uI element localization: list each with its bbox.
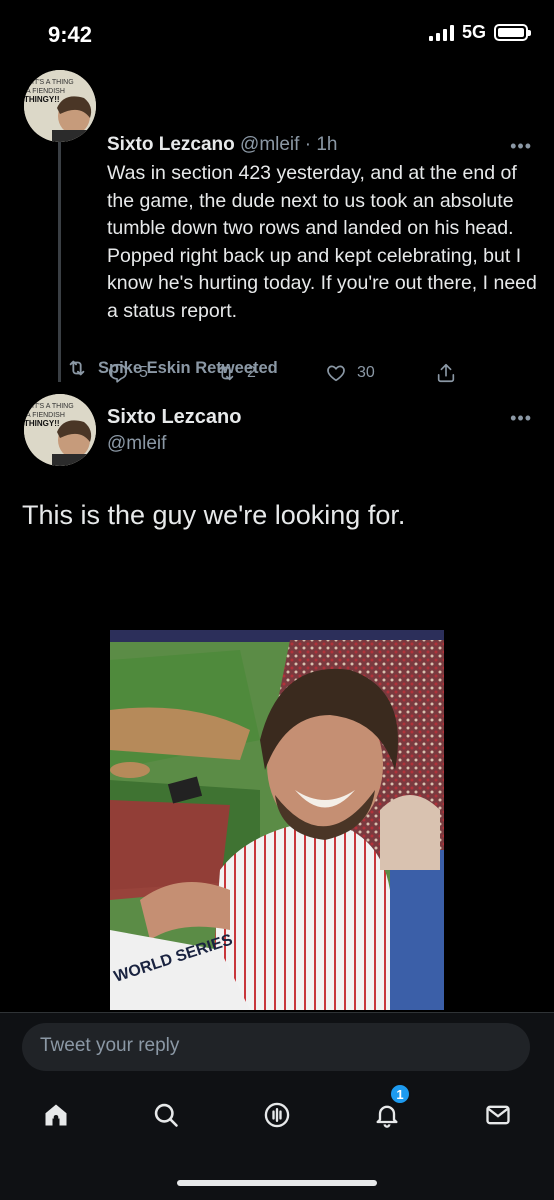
bottom-bar: Tweet your reply 1 <box>0 1012 554 1200</box>
tweet-1-separator: · <box>299 134 317 155</box>
tweet-2-photo[interactable]: WORLD SERIES <box>110 630 444 1010</box>
tweet-1-author-name[interactable]: Sixto Lezcano <box>107 134 235 155</box>
heart-icon <box>327 365 345 382</box>
tab-notifications[interactable]: 1 <box>367 1083 411 1135</box>
avatar[interactable]: IT'S A THING A FIENDISH THINGY!! <box>24 70 96 142</box>
tweet-2-handle[interactable]: @mleif <box>107 433 166 455</box>
tweet-2-author-name[interactable]: Sixto Lezcano <box>107 406 241 429</box>
status-bar: 9:42 5G <box>0 0 554 66</box>
avatar[interactable]: IT'S A THING A FIENDISH THINGY!! <box>24 394 96 466</box>
spaces-icon <box>264 1102 290 1128</box>
network-label: 5G <box>461 22 486 42</box>
tweet-2-text: This is the guy we're looking for. <box>22 500 406 530</box>
avatar-text-line-2: A FIENDISH <box>26 88 65 95</box>
thread-line <box>58 142 61 382</box>
share-button[interactable] <box>435 362 457 384</box>
avatar-text-line-2: A FIENDISH <box>26 412 65 419</box>
tab-bar: 1 <box>0 1083 554 1145</box>
retweet-icon <box>69 360 85 376</box>
home-indicator[interactable] <box>177 1180 377 1186</box>
tweet-1-more-icon[interactable]: ••• <box>510 136 532 157</box>
like-button[interactable]: 30 <box>325 362 375 384</box>
avatar-text-line-1: IT'S A THING <box>32 403 74 410</box>
status-indicators: 5G <box>428 22 531 43</box>
share-icon <box>437 363 455 383</box>
battery-icon <box>494 24 531 41</box>
tweet-1-header: Sixto Lezcano @mleif · 1h <box>107 134 337 156</box>
bell-icon <box>376 1105 398 1128</box>
retweeted-label: Spike Eskin Retweeted <box>98 358 278 377</box>
signal-icon <box>428 24 454 41</box>
tweet-1-time: 1h <box>316 134 338 155</box>
reply-input[interactable]: Tweet your reply <box>22 1023 530 1071</box>
tweet-2-more-icon[interactable]: ••• <box>510 408 532 429</box>
tab-messages[interactable] <box>478 1095 518 1135</box>
tab-home[interactable] <box>36 1095 76 1135</box>
status-time: 9:42 <box>48 22 93 47</box>
notification-badge: 1 <box>389 1083 411 1105</box>
avatar-text-line-3: THINGY!! <box>24 419 60 428</box>
tweet-1-handle[interactable]: @mleif <box>240 134 299 155</box>
tab-spaces[interactable] <box>257 1095 297 1135</box>
avatar-text-line-1: IT'S A THING <box>32 79 74 86</box>
retweeted-banner[interactable]: Spike Eskin Retweeted <box>66 357 278 379</box>
avatar-text-line-3: THINGY!! <box>24 95 60 104</box>
search-icon <box>154 1103 178 1127</box>
like-count: 30 <box>357 364 375 381</box>
tab-search[interactable] <box>146 1095 186 1135</box>
home-icon <box>45 1104 67 1126</box>
tweet-1-text: Was in section 423 yesterday, and at the… <box>107 162 537 322</box>
mail-icon <box>486 1105 510 1125</box>
